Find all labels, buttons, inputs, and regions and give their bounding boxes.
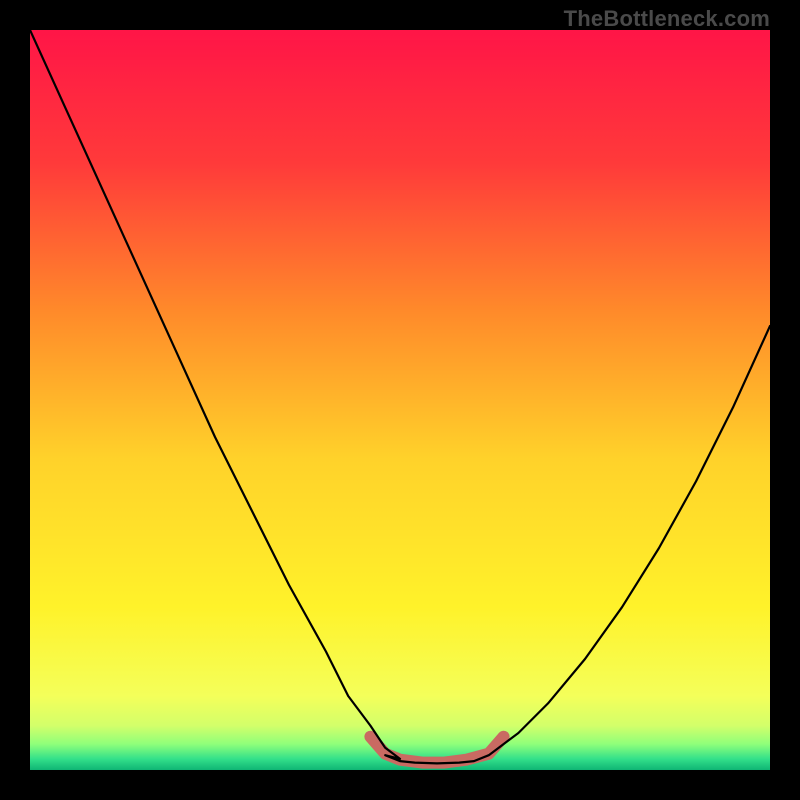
valley-accent-curve — [370, 737, 503, 763]
bottleneck-curve — [30, 30, 770, 763]
watermark-text: TheBottleneck.com — [564, 6, 770, 32]
plot-area — [30, 30, 770, 770]
chart-frame: TheBottleneck.com — [0, 0, 800, 800]
curve-layer — [30, 30, 770, 770]
